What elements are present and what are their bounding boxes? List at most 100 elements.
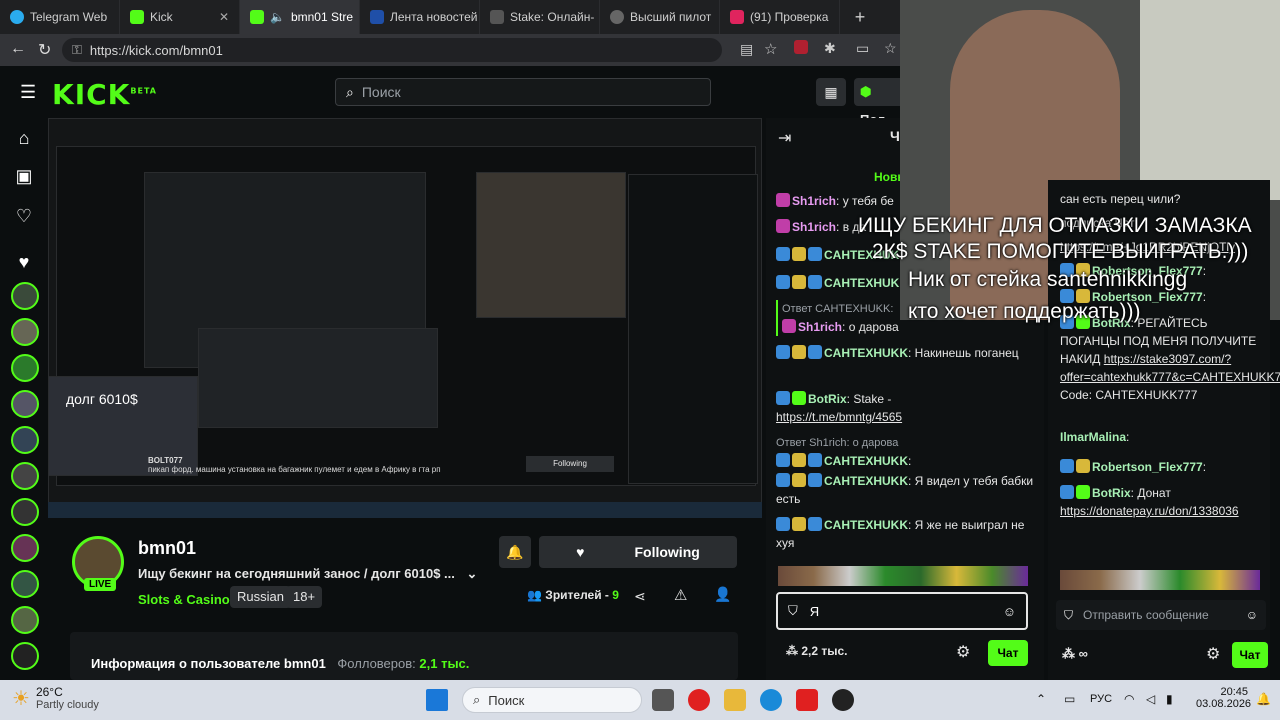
following-icon[interactable]: ♡ bbox=[14, 206, 34, 226]
emote-bar[interactable] bbox=[778, 566, 1028, 586]
obs-icon[interactable] bbox=[832, 689, 854, 711]
tag-18plus[interactable]: 18+ bbox=[286, 586, 323, 608]
overlay-line: Ник от стейка santehnikkingg bbox=[908, 268, 1188, 291]
chat-input[interactable]: ⛉ Отправить сообщение ☺ bbox=[1056, 600, 1266, 630]
tab-youtube[interactable]: (91) Проверка bbox=[720, 0, 840, 34]
channel-avatar[interactable] bbox=[11, 426, 39, 454]
reader-icon[interactable]: ▤ bbox=[740, 41, 753, 58]
channel-avatar[interactable] bbox=[11, 462, 39, 490]
wifi-icon[interactable]: ◠ bbox=[1124, 692, 1134, 706]
close-icon[interactable]: ✕ bbox=[219, 10, 229, 24]
shield-icon: ⛉ bbox=[788, 603, 798, 618]
tag-russian[interactable]: Russian bbox=[230, 586, 291, 608]
extension-icon[interactable] bbox=[794, 40, 808, 54]
new-tab-button[interactable]: + bbox=[840, 0, 880, 34]
browser-tab-bar: Telegram Web Kick ✕ 🔈 bmn01 Stre Лента нов… bbox=[0, 0, 900, 34]
browse-icon[interactable]: ▣ bbox=[14, 166, 34, 186]
speaker-icon: 🔈 bbox=[270, 10, 285, 24]
following-button[interactable]: ♥ Following bbox=[539, 536, 737, 568]
puzzle-icon[interactable]: ✱ bbox=[824, 40, 836, 57]
task-view-icon[interactable] bbox=[652, 689, 674, 711]
chat-send-button[interactable]: Чат bbox=[988, 640, 1028, 666]
tab-telegram[interactable]: Telegram Web bbox=[0, 0, 120, 34]
home-icon[interactable]: ⌂ bbox=[14, 128, 34, 148]
streamer-name[interactable]: bmn01 bbox=[138, 538, 196, 559]
edge-icon[interactable] bbox=[760, 689, 782, 711]
chat-send-button[interactable]: Чат bbox=[1232, 642, 1268, 668]
file-explorer-icon[interactable] bbox=[724, 689, 746, 711]
login-button[interactable]: ⬢ Пол bbox=[854, 78, 900, 127]
browse-icon[interactable]: ▦ bbox=[816, 78, 846, 106]
shield-icon: ⛉ bbox=[1064, 607, 1074, 622]
viewer-count: 👥 Зрителей - 9 bbox=[527, 588, 619, 602]
url-field[interactable]: ⚿ https://kick.com/bmn01 bbox=[62, 38, 722, 62]
channel-avatar[interactable] bbox=[11, 606, 39, 634]
channel-avatar[interactable] bbox=[11, 354, 39, 382]
channel-avatar[interactable] bbox=[11, 498, 39, 526]
emoji-icon[interactable]: ☺ bbox=[1003, 604, 1016, 619]
emoji-icon[interactable]: ☺ bbox=[1246, 608, 1258, 622]
language-indicator[interactable]: РУС bbox=[1090, 693, 1112, 705]
battery-icon[interactable]: ▮ bbox=[1166, 692, 1173, 706]
heart-icon: ♥ bbox=[18, 252, 30, 272]
chat-link[interactable]: https://t.me/bmntg/4565 bbox=[776, 410, 902, 424]
share-icon[interactable]: ⋖ bbox=[634, 588, 646, 605]
inner-chat bbox=[628, 174, 758, 484]
tab-stake[interactable]: Stake: Онлайн- bbox=[480, 0, 600, 34]
channel-avatar[interactable] bbox=[11, 282, 39, 310]
chevron-down-icon[interactable]: ⌄ bbox=[467, 566, 478, 581]
tab-news[interactable]: Лента новостей bbox=[360, 0, 480, 34]
windows-start-icon[interactable] bbox=[426, 689, 448, 711]
emote-bar[interactable] bbox=[1060, 570, 1260, 590]
favorites-icon[interactable]: ☆ bbox=[884, 40, 897, 57]
inner-grid bbox=[198, 328, 438, 428]
weather-widget[interactable]: ☀ 26°C Partly cloudy bbox=[12, 685, 99, 711]
notification-icon[interactable]: 🔔 bbox=[1256, 692, 1271, 706]
kick-logo[interactable]: KICKBETA bbox=[52, 78, 157, 111]
channel-avatar[interactable] bbox=[11, 318, 39, 346]
channel-avatar[interactable] bbox=[11, 570, 39, 598]
network-icon[interactable]: ▭ bbox=[1064, 692, 1075, 706]
channel-avatar[interactable] bbox=[11, 642, 39, 670]
chat-message: BotRix: РЕГАЙТЕСЬ ПОГАНЦЫ ПОД МЕНЯ ПОЛУЧ… bbox=[1060, 315, 1280, 402]
gift-sub-icon[interactable]: 👤 bbox=[714, 586, 731, 603]
channel-avatar[interactable] bbox=[11, 534, 39, 562]
chat-message: сан есть перец чили? bbox=[1060, 192, 1181, 206]
kick-icon bbox=[130, 10, 144, 24]
tab-bmn01[interactable]: 🔈 bmn01 Stre bbox=[240, 0, 360, 34]
sidebar-toggle-icon[interactable]: ▭ bbox=[856, 40, 869, 57]
clock[interactable]: 20:45 03.08.2026 bbox=[1196, 686, 1251, 710]
gear-icon[interactable]: ⚙ bbox=[956, 642, 970, 662]
notification-button[interactable]: 🔔 bbox=[499, 536, 531, 568]
star-icon[interactable]: ☆ bbox=[764, 40, 777, 58]
address-bar: ← ↻ ⚿ https://kick.com/bmn01 ▤ ☆ ✱ ▭ ☆ bbox=[0, 34, 900, 66]
back-icon[interactable]: ← bbox=[10, 40, 26, 58]
heart-icon: ♥ bbox=[576, 544, 585, 560]
search-input[interactable]: ⌕ Поиск bbox=[335, 78, 711, 106]
chat-message: CAHTEXHUKK: Я видел у тебя бабки есть bbox=[776, 473, 1034, 506]
points-display[interactable]: ⁂ 2,2 тыс. bbox=[786, 644, 848, 658]
points-display[interactable]: ⁂ ∞ bbox=[1062, 646, 1088, 662]
yandex-browser-icon[interactable] bbox=[796, 689, 818, 711]
windows-taskbar-capture bbox=[48, 502, 762, 518]
collapse-chat-icon[interactable]: ⇥ bbox=[778, 128, 791, 148]
report-icon[interactable]: ⚠ bbox=[674, 586, 687, 604]
tab-kick[interactable]: Kick ✕ bbox=[120, 0, 240, 34]
category-link[interactable]: Slots & Casino bbox=[138, 592, 230, 607]
menu-icon[interactable]: ☰ bbox=[20, 82, 36, 103]
weather-icon: ☀ bbox=[12, 687, 30, 710]
reload-icon[interactable]: ↻ bbox=[38, 40, 51, 60]
bell-icon: 🔔 bbox=[506, 544, 524, 560]
chevron-up-icon[interactable]: ⌃ bbox=[1036, 692, 1046, 706]
tab-pilot[interactable]: Высший пилот bbox=[600, 0, 720, 34]
chat-input[interactable]: ⛉ Я ☺ bbox=[776, 592, 1028, 630]
channel-avatar[interactable] bbox=[11, 390, 39, 418]
yandex-icon[interactable] bbox=[688, 689, 710, 711]
taskbar-search[interactable]: ⌕ Поиск bbox=[462, 687, 642, 713]
chat-message: CAHTEXHUKK: Я же не выиграл не хуя bbox=[776, 517, 1025, 550]
overlay-line: кто хочет поддержать))) bbox=[908, 300, 1141, 323]
volume-icon[interactable]: ◁ bbox=[1146, 692, 1155, 706]
video-player[interactable]: BOLT077 пикап форд. машина установка на б… bbox=[48, 118, 762, 518]
gear-icon[interactable]: ⚙ bbox=[1206, 644, 1220, 664]
kick-icon bbox=[250, 10, 264, 24]
